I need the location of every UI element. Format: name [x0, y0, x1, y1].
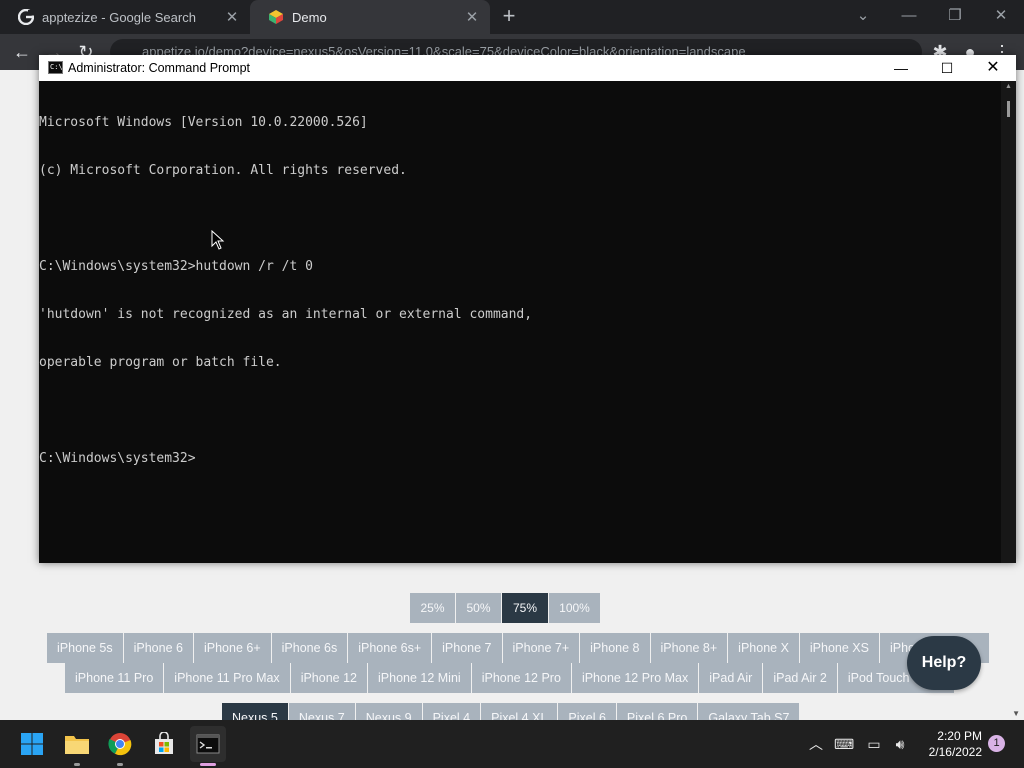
device-button[interactable]: iPhone 5s: [47, 633, 123, 663]
device-button[interactable]: Pixel 4: [422, 703, 481, 720]
device-button[interactable]: iPhone 7+: [502, 633, 580, 663]
device-button[interactable]: iPhone X: [728, 633, 799, 663]
scale-100-button[interactable]: 100%: [549, 593, 600, 623]
console-line: (c) Microsoft Corporation. All rights re…: [39, 163, 407, 178]
scroll-down-arrow-icon[interactable]: ▼: [1012, 709, 1020, 718]
running-indicator: [117, 763, 123, 766]
volume-icon[interactable]: 🔊︎: [890, 734, 910, 754]
device-button[interactable]: iPhone 6s: [271, 633, 348, 663]
device-button[interactable]: Pixel 4 XL: [481, 703, 558, 720]
console-output[interactable]: Microsoft Windows [Version 10.0.22000.52…: [39, 83, 1001, 559]
help-button[interactable]: Help?: [907, 636, 981, 690]
device-row-ios: iPhone 5s iPhone 6 iPhone 6+ iPhone 6s i…: [47, 633, 990, 663]
console-prompt: C:\Windows\system32>: [39, 451, 196, 466]
tab-search-icon[interactable]: ⌄: [848, 4, 878, 28]
mouse-cursor-icon: [211, 230, 225, 250]
scale-75-button[interactable]: 75%: [502, 593, 548, 623]
tab-title: apptezize - Google Search: [42, 9, 196, 25]
clock-date: 2/16/2022: [928, 745, 982, 759]
device-button[interactable]: iPhone 6+: [193, 633, 271, 663]
minimize-icon[interactable]: —: [878, 55, 924, 81]
file-explorer-icon[interactable]: [59, 726, 95, 766]
cmd-title: Administrator: Command Prompt: [68, 61, 251, 75]
device-button[interactable]: Pixel 6: [558, 703, 616, 720]
keyboard-icon[interactable]: ⌨: [834, 734, 854, 754]
device-button[interactable]: Nexus 9: [355, 703, 422, 720]
scroll-up-arrow-icon[interactable]: ▲: [1005, 83, 1012, 90]
chevron-up-icon[interactable]: ︿: [806, 734, 826, 754]
device-button[interactable]: iPhone 7: [432, 633, 502, 663]
console-line: operable program or batch file.: [39, 355, 282, 370]
device-button[interactable]: iPad Air 2: [763, 663, 837, 693]
browser-tab-bar: apptezize - Google Search ✕ Demo ✕ + ⌄ —…: [0, 0, 1024, 34]
device-button[interactable]: iPhone XS: [799, 633, 879, 663]
device-row-android: Nexus 5 Nexus 7 Nexus 9 Pixel 4 Pixel 4 …: [222, 703, 800, 720]
device-button[interactable]: iPhone 8+: [650, 633, 728, 663]
maximize-icon[interactable]: ☐: [924, 55, 970, 81]
close-window-icon[interactable]: ✕: [970, 55, 1016, 81]
microsoft-store-icon[interactable]: [146, 726, 182, 762]
tab-demo[interactable]: Demo ✕: [250, 0, 490, 34]
console-line: C:\Windows\system32>hutdown /r /t 0: [39, 259, 313, 274]
device-button[interactable]: iPhone 11 Pro: [65, 663, 164, 693]
cmd-scrollbar[interactable]: ▲: [1001, 81, 1016, 563]
console-line: 'hutdown' is not recognized as an intern…: [39, 307, 533, 322]
device-button[interactable]: Pixel 6 Pro: [616, 703, 698, 720]
active-indicator: [200, 763, 216, 766]
device-button[interactable]: Nexus 7: [288, 703, 355, 720]
scale-25-button[interactable]: 25%: [410, 593, 455, 623]
windows-start-icon[interactable]: [14, 726, 50, 762]
google-icon: [18, 9, 34, 25]
clock-time: 2:20 PM: [937, 729, 982, 743]
command-prompt-taskbar-icon[interactable]: [190, 726, 226, 766]
restore-icon[interactable]: ❐: [940, 4, 970, 28]
network-icon[interactable]: ▭: [864, 734, 884, 754]
scale-selector: 25% 50% 75% 100%: [410, 593, 601, 623]
device-button[interactable]: Galaxy Tab S7: [698, 703, 800, 720]
device-button[interactable]: iPhone 6s+: [348, 633, 432, 663]
notification-badge[interactable]: 1: [988, 735, 1005, 752]
running-indicator: [74, 763, 80, 766]
minimize-icon[interactable]: —: [894, 4, 924, 28]
device-row-ios-2: iPhone 11 Pro iPhone 11 Pro Max iPhone 1…: [65, 663, 955, 693]
tab-title: Demo: [292, 9, 327, 25]
device-button-selected[interactable]: Nexus 5: [222, 703, 288, 720]
device-button[interactable]: iPhone 12: [290, 663, 367, 693]
device-button[interactable]: iPhone 12 Mini: [368, 663, 471, 693]
tab-google-search[interactable]: apptezize - Google Search ✕: [0, 0, 250, 34]
device-button[interactable]: iPhone 11 Pro Max: [164, 663, 290, 693]
console-line: Microsoft Windows [Version 10.0.22000.52…: [39, 115, 368, 130]
device-button[interactable]: iPhone 6: [123, 633, 193, 663]
device-button[interactable]: iPhone 12 Pro: [471, 663, 571, 693]
close-tab-icon[interactable]: ✕: [222, 8, 242, 26]
scrollbar-thumb[interactable]: [1007, 101, 1010, 117]
close-tab-icon[interactable]: ✕: [462, 8, 482, 26]
system-clock[interactable]: 2:20 PM 2/16/2022: [918, 728, 982, 760]
new-tab-icon[interactable]: +: [498, 5, 520, 27]
scale-50-button[interactable]: 50%: [456, 593, 501, 623]
appetize-icon: [268, 9, 284, 25]
back-arrow-icon[interactable]: ←: [10, 40, 34, 64]
taskbar: ︿ ⌨ ▭ 🔊︎ 2:20 PM 2/16/2022 1: [0, 720, 1024, 768]
device-button[interactable]: iPhone 12 Pro Max: [571, 663, 699, 693]
cmd-titlebar[interactable]: C:\ Administrator: Command Prompt — ☐ ✕: [39, 55, 1016, 81]
close-window-icon[interactable]: ✕: [986, 4, 1016, 28]
command-prompt-window: C:\ Administrator: Command Prompt — ☐ ✕ …: [39, 55, 1016, 563]
device-button[interactable]: iPhone 8: [580, 633, 650, 663]
chrome-icon[interactable]: [102, 726, 138, 766]
device-button[interactable]: iPad Air: [699, 663, 763, 693]
terminal-icon: C:\: [48, 61, 63, 74]
